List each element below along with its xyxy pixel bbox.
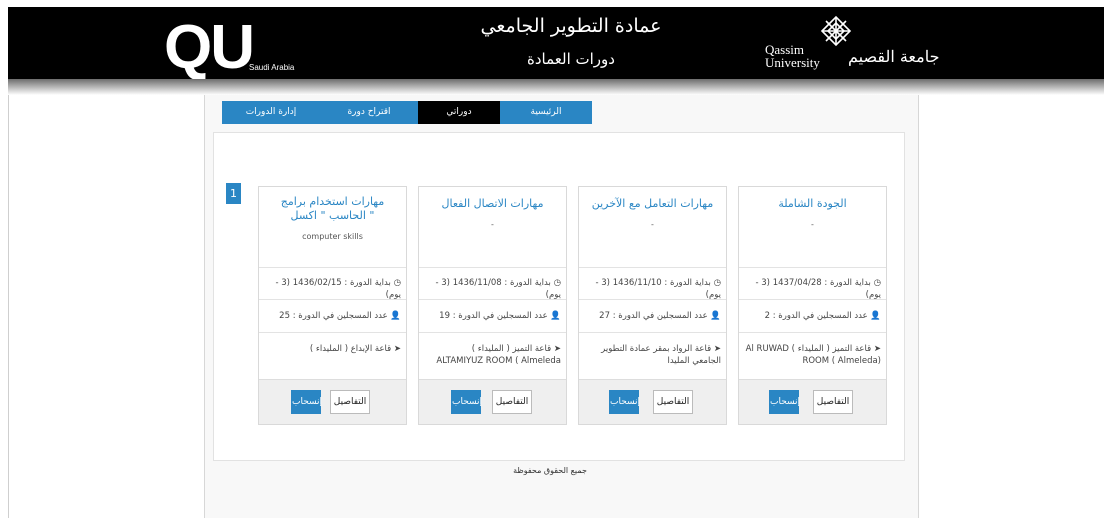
course-subtitle: - bbox=[651, 220, 654, 229]
course-location-row: ➤ قاعة الرواد بمقر عمادة التطوير الجامعي… bbox=[583, 343, 721, 367]
course-title[interactable]: الجودة الشاملة bbox=[743, 197, 882, 211]
course-start: بداية الدورة : 1436/11/10 (3 - يوم) bbox=[595, 278, 721, 300]
details-button[interactable]: التفاصيل bbox=[492, 390, 532, 414]
course-registered: عدد المسجلين في الدورة : 2 bbox=[764, 311, 868, 321]
header-shadow bbox=[8, 79, 1104, 95]
details-button[interactable]: التفاصيل bbox=[330, 390, 370, 414]
university-name-ar: جامعة القصيم bbox=[848, 47, 940, 66]
course-title[interactable]: مهارات التعامل مع الآخرين bbox=[583, 197, 722, 211]
course-registered-row: 👤 عدد المسجلين في الدورة : 27 bbox=[583, 310, 721, 322]
course-subtitle: computer skills bbox=[302, 232, 363, 241]
divider bbox=[259, 267, 406, 268]
course-start: بداية الدورة : 1437/04/28 (3 - يوم) bbox=[755, 278, 881, 300]
copyright-footer: جميع الحقوق محفوظة bbox=[513, 466, 587, 475]
location-arrow-icon: ➤ bbox=[551, 344, 561, 354]
course-location-row: ➤ قاعة الإبداع ( المليداء ) bbox=[263, 343, 401, 355]
header-bar: QU Saudi Arabia عمادة التطوير الجامعي دو… bbox=[8, 7, 1104, 79]
withdraw-button[interactable]: إنسحاب bbox=[769, 390, 800, 414]
course-registered: عدد المسجلين في الدورة : 27 bbox=[599, 311, 708, 321]
course-card: مهارات التعامل مع الآخرين - ◷ بداية الدو… bbox=[578, 186, 727, 425]
card-footer: التفاصيل إنسحاب bbox=[739, 379, 886, 424]
course-registered-row: 👤 عدد المسجلين في الدورة : 25 bbox=[263, 310, 401, 322]
course-location: قاعة الرواد بمقر عمادة التطوير الجامعي ا… bbox=[601, 344, 721, 366]
withdraw-button[interactable]: إنسحاب bbox=[609, 390, 640, 414]
course-location-row: ➤ قاعة التميز ( المليداء ) Al RUWAD ROOM… bbox=[743, 343, 881, 367]
course-subtitle: - bbox=[491, 220, 494, 229]
user-icon: 👤 bbox=[547, 311, 561, 321]
course-start: بداية الدورة : 1436/11/08 (3 - يوم) bbox=[435, 278, 561, 300]
course-location-row: ➤ قاعة التميز ( المليداء ) ALTAMIYUZ ROO… bbox=[423, 343, 561, 367]
divider bbox=[739, 299, 886, 300]
university-name-en: Qassim University bbox=[765, 42, 820, 70]
user-icon: 👤 bbox=[867, 311, 881, 321]
user-icon: 👤 bbox=[707, 311, 721, 321]
nav-item-manage-courses[interactable]: إدارة الدورات bbox=[222, 101, 320, 124]
page-number[interactable]: 1 bbox=[226, 183, 241, 204]
clock-icon: ◷ bbox=[870, 278, 881, 288]
course-start: بداية الدورة : 1436/02/15 (3 - يوم) bbox=[275, 278, 401, 300]
qu-logo-subtitle: Saudi Arabia bbox=[249, 63, 295, 72]
course-card: مهارات الاتصال الفعال - ◷ بداية الدورة :… bbox=[418, 186, 567, 425]
divider bbox=[259, 332, 406, 333]
course-location: قاعة التميز ( المليداء ) ALTAMIYUZ ROOM … bbox=[436, 344, 561, 366]
left-divider bbox=[8, 95, 9, 518]
divider bbox=[259, 299, 406, 300]
course-title[interactable]: مهارات استخدام برامج الحاسب " اكسل " bbox=[263, 195, 402, 223]
details-button[interactable]: التفاصيل bbox=[813, 390, 853, 414]
divider bbox=[579, 299, 726, 300]
course-start-row: ◷ بداية الدورة : 1436/02/15 (3 - يوم) bbox=[263, 277, 401, 301]
clock-icon: ◷ bbox=[710, 278, 721, 288]
course-start-row: ◷ بداية الدورة : 1436/11/10 (3 - يوم) bbox=[583, 277, 721, 301]
divider bbox=[419, 299, 566, 300]
course-start-row: ◷ بداية الدورة : 1436/11/08 (3 - يوم) bbox=[423, 277, 561, 301]
course-registered-row: 👤 عدد المسجلين في الدورة : 2 bbox=[743, 310, 881, 322]
deanship-subtitle: دورات العمادة bbox=[527, 50, 615, 68]
divider bbox=[579, 332, 726, 333]
location-arrow-icon: ➤ bbox=[871, 344, 881, 354]
location-arrow-icon: ➤ bbox=[711, 344, 721, 354]
course-card: مهارات استخدام برامج الحاسب " اكسل " com… bbox=[258, 186, 407, 425]
clock-icon: ◷ bbox=[390, 278, 401, 288]
course-start-row: ◷ بداية الدورة : 1437/04/28 (3 - يوم) bbox=[743, 277, 881, 301]
details-button[interactable]: التفاصيل bbox=[653, 390, 693, 414]
deanship-title: عمادة التطوير الجامعي bbox=[480, 15, 662, 37]
nav-item-suggest-course[interactable]: اقتراح دورة bbox=[320, 101, 418, 124]
user-icon: 👤 bbox=[387, 311, 401, 321]
withdraw-button[interactable]: إنسحاب bbox=[291, 390, 322, 414]
nav-item-my-courses[interactable]: دوراتي bbox=[418, 101, 500, 124]
nav-item-home[interactable]: الرئيسية bbox=[500, 101, 592, 124]
qu-logo: QU bbox=[164, 13, 255, 82]
clock-icon: ◷ bbox=[550, 278, 561, 288]
course-title[interactable]: مهارات الاتصال الفعال bbox=[423, 197, 562, 211]
card-footer: التفاصيل إنسحاب bbox=[419, 379, 566, 424]
location-arrow-icon: ➤ bbox=[391, 344, 401, 354]
divider bbox=[419, 332, 566, 333]
course-registered: عدد المسجلين في الدورة : 25 bbox=[279, 311, 388, 321]
course-location: قاعة الإبداع ( المليداء ) bbox=[309, 344, 392, 354]
course-registered-row: 👤 عدد المسجلين في الدورة : 19 bbox=[423, 310, 561, 322]
card-footer: التفاصيل إنسحاب bbox=[579, 379, 726, 424]
course-subtitle: - bbox=[811, 220, 814, 229]
course-registered: عدد المسجلين في الدورة : 19 bbox=[439, 311, 548, 321]
card-footer: التفاصيل إنسحاب bbox=[259, 379, 406, 424]
divider bbox=[739, 332, 886, 333]
main-nav: الرئيسية دوراتي اقتراح دورة إدارة الدورا… bbox=[222, 101, 592, 124]
divider bbox=[419, 267, 566, 268]
course-location: قاعة التميز ( المليداء ) Al RUWAD ROOM (… bbox=[745, 344, 881, 366]
withdraw-button[interactable]: إنسحاب bbox=[451, 390, 482, 414]
divider bbox=[739, 267, 886, 268]
course-card: الجودة الشاملة - ◷ بداية الدورة : 1437/0… bbox=[738, 186, 887, 425]
divider bbox=[579, 267, 726, 268]
